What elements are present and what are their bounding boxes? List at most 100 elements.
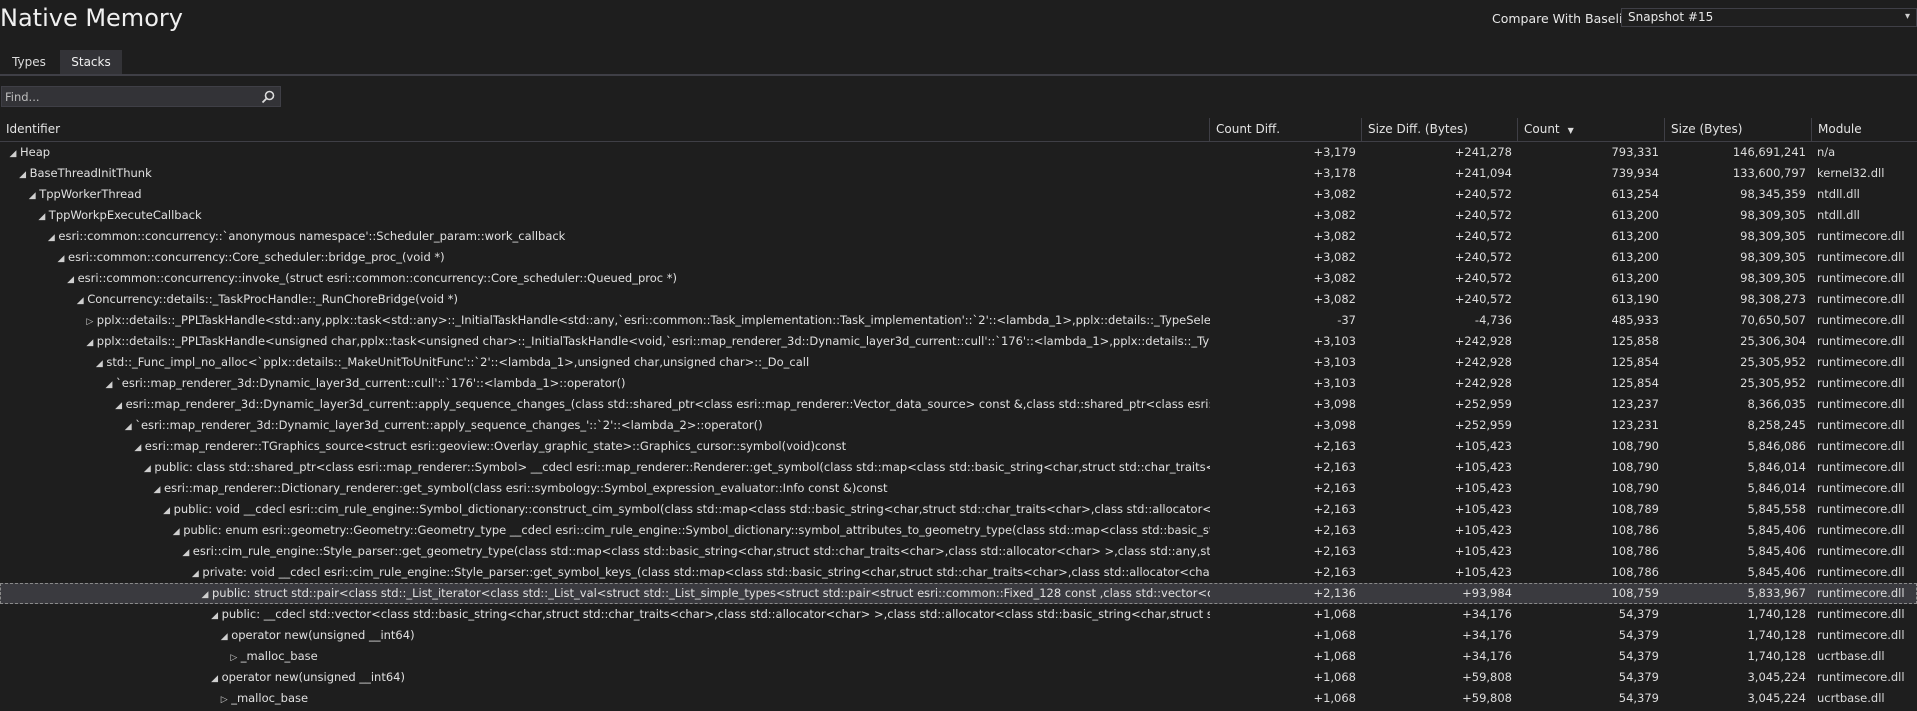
cell-module: runtimecore.dll xyxy=(1817,523,1905,537)
tree-expanded-icon[interactable]: ◢ xyxy=(188,564,202,583)
table-row[interactable]: ◢ `esri::map_renderer_3d::Dynamic_layer3d… xyxy=(0,415,1917,436)
baseline-label: Compare With Baseline: xyxy=(1492,11,1643,26)
tree-expanded-icon[interactable]: ◢ xyxy=(6,144,20,163)
table-row[interactable]: ◢ public: struct std::pair<class std::_Li… xyxy=(0,583,1917,604)
cell-size-diff: +240,572 xyxy=(1454,271,1512,285)
identifier-text: _malloc_base xyxy=(231,691,309,705)
table-row[interactable]: ◢ esri::map_renderer::Dictionary_renderer… xyxy=(0,478,1917,499)
table-row[interactable]: ◢ public: void __cdecl esri::cim_rule_eng… xyxy=(0,499,1917,520)
table-row[interactable]: ◢ esri::map_renderer_3d::Dynamic_layer3d_… xyxy=(0,394,1917,415)
table-row[interactable]: ◢ operator new(unsigned __int64) +1,068 +59… xyxy=(0,667,1917,688)
col-header-count[interactable]: Count ▼ xyxy=(1518,118,1665,141)
cell-count: 613,190 xyxy=(1611,292,1659,306)
col-header-module[interactable]: Module xyxy=(1812,118,1917,141)
identifier-text: _malloc_base xyxy=(240,649,318,663)
tree-expanded-icon[interactable]: ◢ xyxy=(198,585,212,604)
search-icon[interactable] xyxy=(260,89,276,105)
tree-expanded-icon[interactable]: ◢ xyxy=(35,207,49,226)
cell-module: runtimecore.dll xyxy=(1817,334,1905,348)
table-row[interactable]: ◢ pplx::details::_PPLTaskHandle<unsigned … xyxy=(0,331,1917,352)
tree-expanded-icon[interactable]: ◢ xyxy=(208,669,222,688)
table-row[interactable]: ◢ public: __cdecl std::vector<class std::… xyxy=(0,604,1917,625)
tree-expanded-icon[interactable]: ◢ xyxy=(150,480,164,499)
table-row[interactable]: ◢ private: void __cdecl esri::cim_rule_en… xyxy=(0,562,1917,583)
cell-count-diff: -37 xyxy=(1337,313,1356,327)
table-row[interactable]: ◢ TppWorkpExecuteCallback +3,082 +240,572 61… xyxy=(0,205,1917,226)
identifier-text: esri::cim_rule_engine::Style_parser::get… xyxy=(192,544,1210,558)
table-row[interactable]: ◢ esri::cim_rule_engine::Style_parser::ge… xyxy=(0,541,1917,562)
cell-size: 98,309,305 xyxy=(1740,229,1806,243)
tree-expanded-icon[interactable]: ◢ xyxy=(64,270,78,289)
table-row[interactable]: ◢ public: enum esri::geometry::Geometry::… xyxy=(0,520,1917,541)
table-row[interactable]: ◢ esri::common::concurrency::Core_schedul… xyxy=(0,247,1917,268)
cell-count: 108,789 xyxy=(1611,502,1659,516)
table-row[interactable]: ◢ public: class std::shared_ptr<class esr… xyxy=(0,457,1917,478)
tree-expanded-icon[interactable]: ◢ xyxy=(131,438,145,457)
cell-module: kernel32.dll xyxy=(1817,166,1885,180)
col-header-size[interactable]: Size (Bytes) xyxy=(1665,118,1812,141)
tree-expanded-icon[interactable]: ◢ xyxy=(54,249,68,268)
col-header-count-diff[interactable]: Count Diff. xyxy=(1210,118,1362,141)
tree-expanded-icon[interactable]: ◢ xyxy=(73,291,87,310)
col-header-size-diff[interactable]: Size Diff. (Bytes) xyxy=(1362,118,1518,141)
tree-collapsed-icon[interactable]: ▷ xyxy=(217,690,231,709)
cell-identifier: ▷ _malloc_base xyxy=(0,646,1210,667)
cell-count: 793,331 xyxy=(1611,145,1659,159)
tree-expanded-icon[interactable]: ◢ xyxy=(25,186,39,205)
cell-size: 98,345,359 xyxy=(1740,187,1806,201)
cell-count: 613,200 xyxy=(1611,271,1659,285)
cell-identifier: ◢ esri::common::concurrency::Core_schedul… xyxy=(0,247,1210,268)
tree-expanded-icon[interactable]: ◢ xyxy=(112,396,126,415)
identifier-text: esri::common::concurrency::invoke_(struc… xyxy=(77,271,677,285)
table-row[interactable]: ▷ pplx::details::_PPLTaskHandle<std::any,… xyxy=(0,310,1917,331)
cell-identifier: ◢ esri::map_renderer::TGraphics_source<st… xyxy=(0,436,1210,457)
table-row[interactable]: ▷ _malloc_base +1,068 +59,808 54,379 3,045,22… xyxy=(0,688,1917,709)
tree-collapsed-icon[interactable]: ▷ xyxy=(227,648,241,667)
cell-count-diff: +1,068 xyxy=(1313,649,1356,663)
tree-expanded-icon[interactable]: ◢ xyxy=(160,501,174,520)
table-row[interactable]: ◢ BaseThreadInitThunk +3,178 +241,094 739,93… xyxy=(0,163,1917,184)
tab-divider xyxy=(0,74,1917,76)
tree-expanded-icon[interactable]: ◢ xyxy=(16,165,30,184)
cell-module: ucrtbase.dll xyxy=(1817,691,1885,705)
identifier-text: TppWorkpExecuteCallback xyxy=(48,208,202,222)
table-row[interactable]: ▷ _malloc_base +1,068 +34,176 54,379 1,740,12… xyxy=(0,646,1917,667)
table-row[interactable]: ◢ Concurrency::details::_TaskProcHandle::… xyxy=(0,289,1917,310)
cell-count-diff: +2,163 xyxy=(1313,481,1356,495)
tree-collapsed-icon[interactable]: ▷ xyxy=(83,312,97,331)
table-row[interactable]: ◢ operator new(unsigned __int64) +1,068 +34… xyxy=(0,625,1917,646)
cell-identifier: ◢ TppWorkerThread xyxy=(0,184,1210,205)
tree-expanded-icon[interactable]: ◢ xyxy=(217,627,231,646)
table-row[interactable]: ◢ esri::common::concurrency::`anonymous n… xyxy=(0,226,1917,247)
tree-expanded-icon[interactable]: ◢ xyxy=(140,459,154,478)
cell-size-diff: +240,572 xyxy=(1454,250,1512,264)
cell-module: runtimecore.dll xyxy=(1817,544,1905,558)
table-row[interactable]: ◢ Heap +3,179 +241,278 793,331 146,691,241 n/a xyxy=(0,142,1917,163)
cell-identifier: ▷ _malloc_base xyxy=(0,688,1210,709)
tree-expanded-icon[interactable]: ◢ xyxy=(208,606,222,625)
table-row[interactable]: ◢ `esri::map_renderer_3d::Dynamic_layer3d… xyxy=(0,373,1917,394)
cell-count: 125,854 xyxy=(1611,376,1659,390)
tree-expanded-icon[interactable]: ◢ xyxy=(102,375,116,394)
tree-expanded-icon[interactable]: ◢ xyxy=(92,354,106,373)
find-input[interactable] xyxy=(5,89,255,104)
tree-expanded-icon[interactable]: ◢ xyxy=(44,228,58,247)
cell-count-diff: +3,179 xyxy=(1313,145,1356,159)
tree-expanded-icon[interactable]: ◢ xyxy=(179,543,193,562)
tab-stacks[interactable]: Stacks xyxy=(60,50,122,75)
tree-expanded-icon[interactable]: ◢ xyxy=(121,417,135,436)
stacks-grid: Identifier Count Diff. Size Diff. (Bytes… xyxy=(0,118,1917,709)
baseline-select[interactable]: Snapshot #15 ▾ xyxy=(1621,8,1917,27)
tree-expanded-icon[interactable]: ◢ xyxy=(83,333,97,352)
table-row[interactable]: ◢ TppWorkerThread +3,082 +240,572 613,254 98,… xyxy=(0,184,1917,205)
cell-size: 5,845,406 xyxy=(1747,565,1806,579)
tab-types[interactable]: Types xyxy=(2,50,56,75)
table-row[interactable]: ◢ std::_Func_impl_no_alloc<`pplx::details… xyxy=(0,352,1917,373)
col-header-identifier[interactable]: Identifier xyxy=(0,118,1210,141)
table-row[interactable]: ◢ esri::map_renderer::TGraphics_source<st… xyxy=(0,436,1917,457)
cell-size-diff: -4,736 xyxy=(1474,313,1512,327)
tree-expanded-icon[interactable]: ◢ xyxy=(169,522,183,541)
identifier-text: `esri::map_renderer_3d::Dynamic_layer3d_… xyxy=(135,418,763,432)
identifier-text: Concurrency::details::_TaskProcHandle::_… xyxy=(87,292,458,306)
table-row[interactable]: ◢ esri::common::concurrency::invoke_(stru… xyxy=(0,268,1917,289)
